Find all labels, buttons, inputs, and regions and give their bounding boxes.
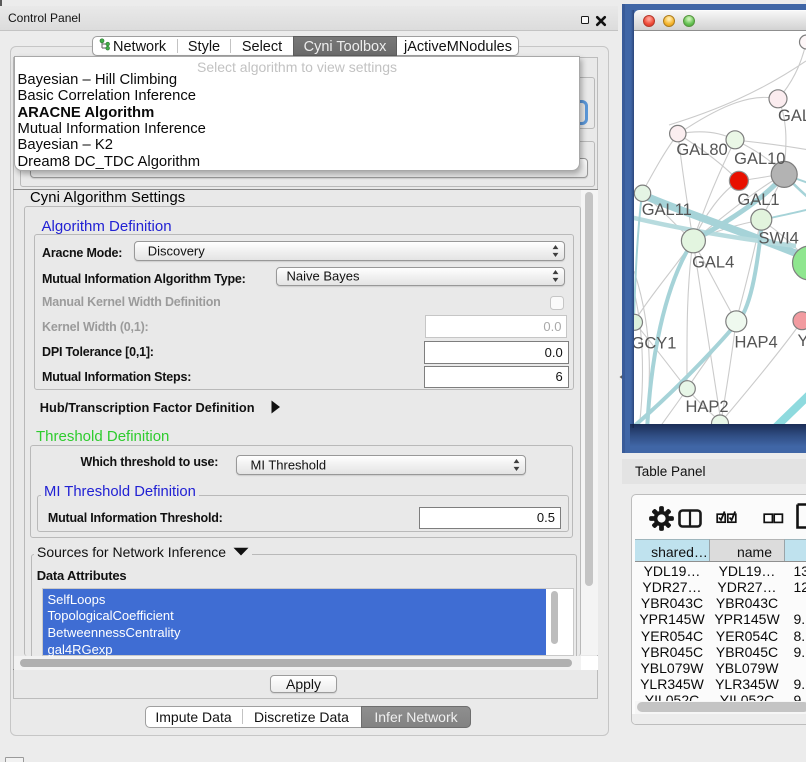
svg-text:HAP4: HAP4 [735, 334, 778, 352]
svg-text:GAL80: GAL80 [676, 141, 727, 159]
svg-text:GCY1: GCY1 [634, 335, 676, 353]
svg-text:GAL4: GAL4 [692, 254, 734, 272]
svg-text:HAP2: HAP2 [685, 398, 728, 416]
svg-text:SWI4: SWI4 [759, 230, 799, 248]
svg-text:GAL10: GAL10 [734, 150, 785, 168]
svg-text:GAL11: GAL11 [642, 201, 692, 219]
svg-text:GAL1: GAL1 [737, 191, 779, 209]
svg-text:GAL7: GAL7 [778, 107, 806, 125]
svg-text:YEL: YEL [798, 332, 806, 350]
